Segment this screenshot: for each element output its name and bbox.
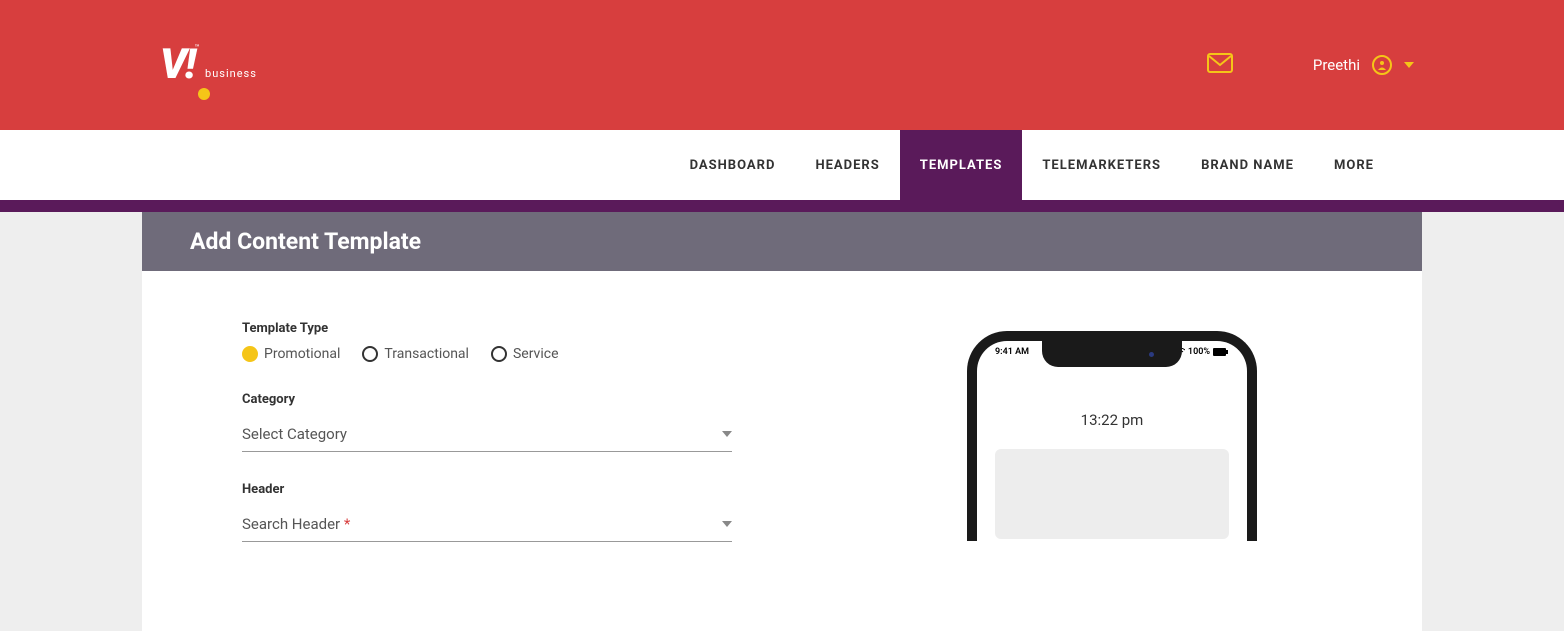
- logo-mark: V!™: [160, 44, 197, 86]
- mail-icon[interactable]: [1207, 53, 1233, 77]
- content: Add Content Template Template Type Promo…: [0, 212, 1564, 631]
- phone-status-time: 9:41 AM: [995, 347, 1029, 357]
- logo-dot-icon: [198, 88, 210, 100]
- logo-subtext: business: [205, 67, 257, 86]
- radio-dot-icon: [491, 346, 507, 362]
- radio-label: Service: [513, 346, 559, 362]
- nav-telemarketers[interactable]: TELEMARKETERS: [1022, 130, 1181, 200]
- sms-timestamp: 13:22 pm: [977, 411, 1247, 429]
- sms-message-box: [995, 449, 1229, 539]
- header-select[interactable]: Search Header *: [242, 507, 732, 542]
- phone-battery: 100%: [1188, 347, 1210, 357]
- nav-dashboard[interactable]: DASHBOARD: [670, 130, 796, 200]
- logo-text: V!: [160, 40, 194, 89]
- template-type-radios: Promotional Transactional Service: [242, 346, 762, 362]
- nav-templates[interactable]: TEMPLATES: [900, 130, 1023, 200]
- header-placeholder-text: Search Header: [242, 515, 340, 533]
- phone-mockup: 9:41 AM 100% 13:22 pm: [967, 331, 1257, 541]
- panel: Add Content Template Template Type Promo…: [142, 212, 1422, 631]
- user-avatar-icon: [1372, 55, 1392, 75]
- nav-headers[interactable]: HEADERS: [795, 130, 899, 200]
- user-menu[interactable]: Preethi: [1313, 55, 1414, 75]
- logo: V!™ business: [160, 44, 257, 86]
- select-placeholder: Select Category: [242, 425, 347, 443]
- nav-brand-name[interactable]: BRAND NAME: [1181, 130, 1314, 200]
- nav-more[interactable]: MORE: [1314, 130, 1394, 200]
- radio-transactional[interactable]: Transactional: [362, 346, 469, 362]
- phone-notch: [1042, 341, 1182, 367]
- phone-preview-area: 9:41 AM 100% 13:22 pm: [802, 321, 1422, 631]
- select-placeholder: Search Header *: [242, 515, 350, 533]
- phone-status-right: 100%: [1175, 347, 1229, 357]
- radio-promotional[interactable]: Promotional: [242, 346, 340, 362]
- panel-body: Template Type Promotional Transactional …: [142, 271, 1422, 631]
- category-select[interactable]: Select Category: [242, 417, 732, 452]
- chevron-down-icon: [722, 521, 732, 527]
- required-asterisk: *: [344, 515, 350, 533]
- accent-strip: [0, 200, 1564, 212]
- header-label: Header: [242, 482, 762, 497]
- radio-dot-icon: [242, 346, 258, 362]
- user-name: Preethi: [1313, 56, 1360, 74]
- category-label: Category: [242, 392, 762, 407]
- radio-service[interactable]: Service: [491, 346, 559, 362]
- chevron-down-icon: [722, 431, 732, 437]
- template-type-label: Template Type: [242, 321, 762, 336]
- logo-trademark: ™: [194, 43, 197, 52]
- radio-label: Promotional: [264, 346, 340, 362]
- radio-dot-icon: [362, 346, 378, 362]
- panel-title: Add Content Template: [142, 212, 1422, 271]
- main-nav: DASHBOARD HEADERS TEMPLATES TELEMARKETER…: [0, 130, 1564, 200]
- battery-icon: [1213, 348, 1229, 356]
- chevron-down-icon: [1404, 62, 1414, 68]
- header-right: Preethi: [1207, 53, 1414, 77]
- form-area: Template Type Promotional Transactional …: [142, 321, 802, 631]
- app-header: V!™ business Preethi: [0, 0, 1564, 130]
- radio-label: Transactional: [384, 346, 469, 362]
